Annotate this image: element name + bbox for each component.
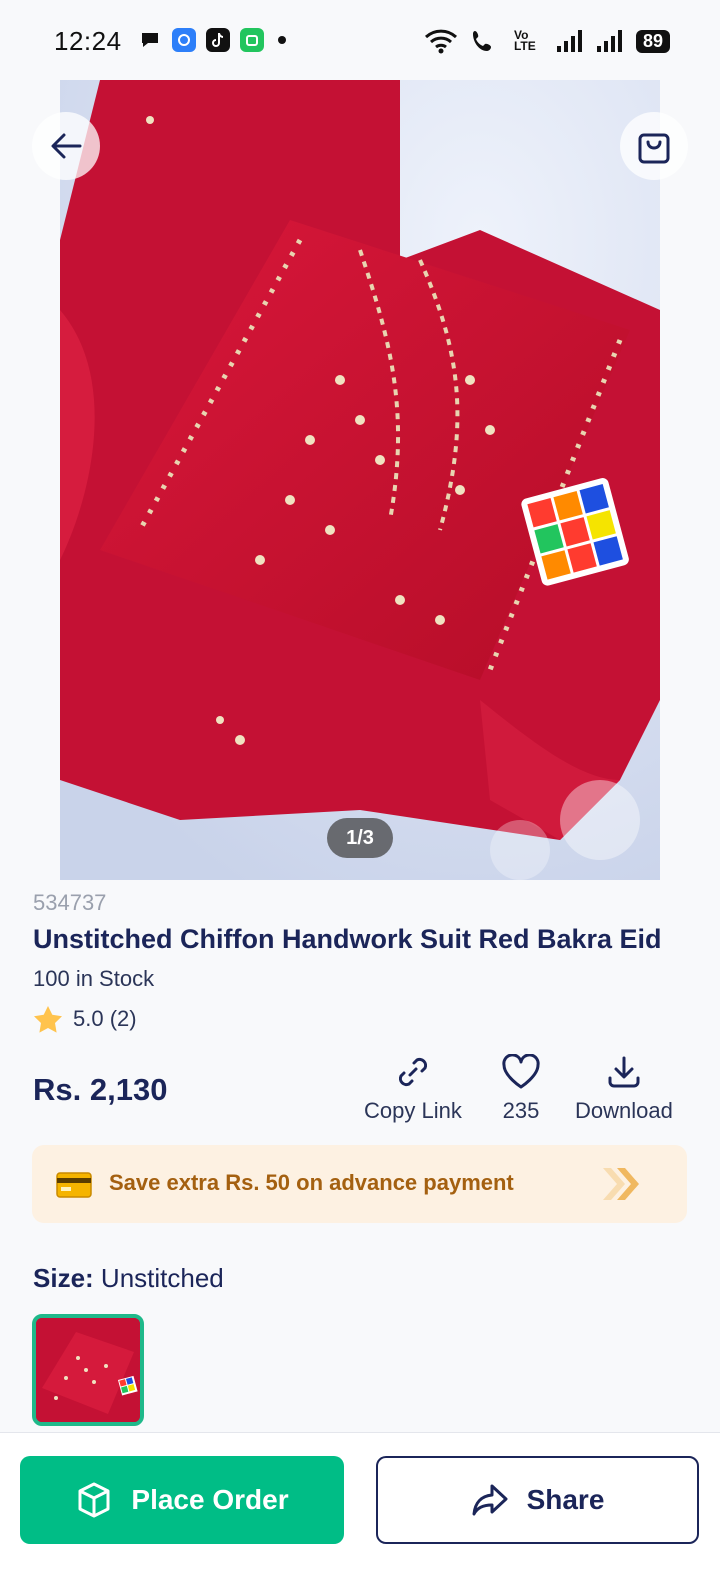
image-pager-indicator: 1/3 bbox=[327, 818, 393, 858]
promo-text: Save extra Rs. 50 on advance payment bbox=[109, 1170, 514, 1195]
size-option-unstitched[interactable] bbox=[32, 1314, 144, 1426]
arrow-left-icon bbox=[51, 133, 82, 159]
share-button[interactable]: Share bbox=[376, 1456, 699, 1544]
size-value: Unstitched bbox=[100, 1263, 224, 1293]
copy-link-button[interactable]: Copy Link bbox=[364, 1052, 462, 1124]
credit-card-icon bbox=[56, 1172, 92, 1198]
rating-value: 5.0 (2) bbox=[73, 1006, 137, 1031]
signal-bars-icon bbox=[596, 30, 622, 52]
signal-bars-icon bbox=[556, 30, 582, 52]
download-icon bbox=[608, 1056, 640, 1088]
stock-status: 100 in Stock bbox=[33, 966, 155, 991]
like-button[interactable]: 235 bbox=[501, 1052, 541, 1124]
shopping-bag-icon bbox=[638, 133, 670, 164]
variant-thumbnail bbox=[36, 1318, 140, 1422]
heart-icon bbox=[502, 1054, 540, 1089]
like-count: 235 bbox=[502, 1098, 540, 1123]
share-arrow-icon bbox=[472, 1484, 508, 1516]
size-selector-label: Size: Unstitched bbox=[33, 1263, 224, 1294]
status-bar: 12:24 Vo LTE 89 bbox=[0, 0, 720, 80]
product-title: Unstitched Chiffon Handwork Suit Red Bak… bbox=[33, 924, 662, 954]
notification-icons bbox=[138, 28, 286, 52]
product-id: 534737 bbox=[33, 890, 107, 915]
box-icon bbox=[78, 1482, 110, 1518]
size-label: Size: bbox=[33, 1263, 94, 1293]
copy-link-label: Copy Link bbox=[364, 1098, 462, 1123]
place-order-label: Place Order bbox=[131, 1484, 289, 1515]
advance-payment-banner[interactable]: Save extra Rs. 50 on advance payment bbox=[32, 1145, 687, 1223]
star-icon bbox=[34, 1006, 62, 1033]
download-button[interactable]: Download bbox=[575, 1052, 673, 1124]
wifi-calling-icon bbox=[472, 31, 491, 51]
status-right-icons: Vo LTE 89 bbox=[424, 28, 670, 54]
link-icon bbox=[398, 1057, 427, 1087]
rating[interactable]: 5.0 (2) bbox=[33, 1005, 137, 1033]
product-photo-illustration bbox=[60, 80, 660, 880]
status-time: 12:24 bbox=[54, 26, 122, 56]
download-label: Download bbox=[575, 1098, 673, 1123]
volte-indicator: Vo LTE bbox=[513, 28, 536, 53]
tiktok-icon bbox=[206, 28, 230, 52]
wifi-icon bbox=[424, 29, 457, 54]
share-label: Share bbox=[526, 1484, 605, 1515]
more-notifications-dot-icon bbox=[278, 36, 286, 44]
shopping-app-icon bbox=[240, 28, 264, 52]
product-image[interactable] bbox=[60, 80, 660, 880]
back-button[interactable] bbox=[32, 112, 100, 180]
battery-indicator: 89 bbox=[635, 29, 670, 53]
chat-bubble-icon bbox=[138, 28, 162, 52]
sync-app-icon bbox=[172, 28, 196, 52]
cart-button[interactable] bbox=[620, 112, 688, 180]
product-price: Rs. 2,130 bbox=[33, 1072, 168, 1107]
double-chevron-right-icon bbox=[603, 1168, 639, 1200]
place-order-button[interactable]: Place Order bbox=[20, 1456, 344, 1544]
